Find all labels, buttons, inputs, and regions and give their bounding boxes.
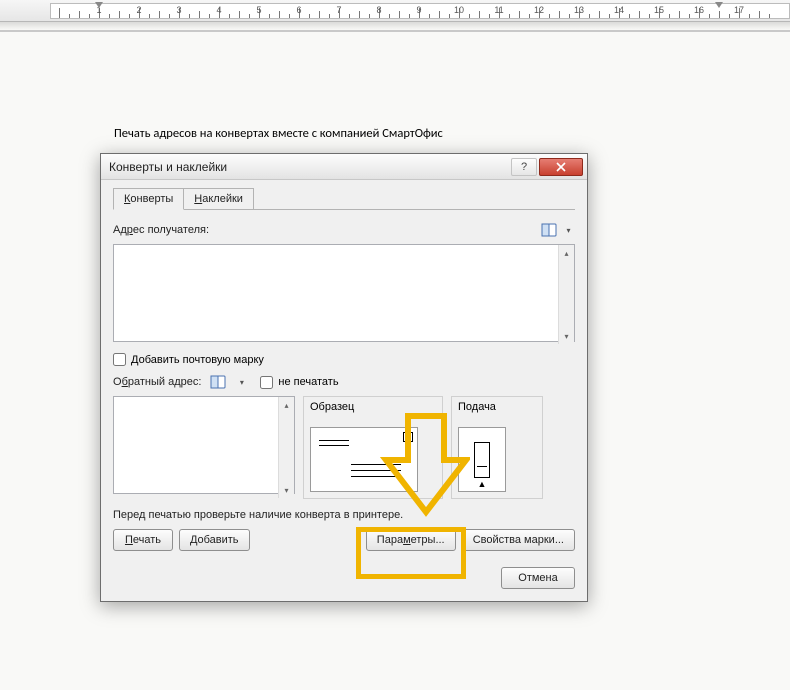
scroll-down-icon[interactable]: ▾ — [559, 328, 574, 344]
feed-panel[interactable]: Подача ▲ — [451, 396, 543, 499]
envelope-sample-icon — [310, 427, 418, 492]
help-button[interactable]: ? — [511, 158, 537, 176]
omit-return-input[interactable] — [260, 376, 273, 389]
omit-return-label: не печатать — [278, 376, 338, 388]
sample-title: Образец — [310, 401, 436, 413]
dialog-titlebar: Конверты и наклейки ? — [101, 154, 587, 180]
tab-envelopes[interactable]: Конверты — [113, 188, 184, 210]
return-address-book-icon[interactable] — [207, 372, 229, 392]
print-button[interactable]: Печать — [113, 529, 173, 551]
scrollbar[interactable]: ▴ ▾ — [558, 245, 574, 344]
stamp-properties-button[interactable]: Свойства марки... — [462, 529, 575, 551]
dialog-title: Конверты и наклейки — [109, 160, 509, 174]
scrollbar[interactable]: ▴ ▾ — [278, 397, 294, 498]
scroll-up-icon[interactable]: ▴ — [559, 245, 574, 261]
options-button[interactable]: Параметры... — [366, 529, 456, 551]
document-body-text: Печать адресов на конвертах вместе с ком… — [114, 126, 443, 141]
return-address-input[interactable] — [113, 396, 295, 494]
recipient-label: Адрес получателя: — [113, 224, 209, 236]
omit-return-checkbox[interactable]: не печатать — [260, 376, 338, 389]
ruler: 1234567891011121314151617 — [0, 0, 790, 22]
cancel-button[interactable]: Отмена — [501, 567, 575, 589]
ruler-shadow — [0, 22, 790, 30]
tabs: Конверты Наклейки — [113, 188, 575, 210]
feed-title: Подача — [458, 401, 536, 413]
add-postage-label: Добавить почтовую марку — [131, 354, 264, 366]
recipient-address-input[interactable] — [113, 244, 575, 342]
return-address-book-dropdown[interactable]: ▾ — [235, 372, 248, 392]
printer-hint: Перед печатью проверьте наличие конверта… — [113, 509, 575, 521]
add-postage-checkbox[interactable]: Добавить почтовую марку — [113, 353, 575, 366]
close-button[interactable] — [539, 158, 583, 176]
address-book-icon[interactable] — [538, 220, 560, 240]
tab-labels-rest: аклейки — [202, 193, 243, 205]
return-label: Обратный адрес: — [113, 376, 201, 388]
feed-icon: ▲ — [458, 427, 506, 492]
scroll-up-icon[interactable]: ▴ — [279, 397, 294, 413]
add-button[interactable]: Добавить — [179, 529, 250, 551]
sample-panel[interactable]: Образец — [303, 396, 443, 499]
scroll-down-icon[interactable]: ▾ — [279, 482, 294, 498]
add-postage-input[interactable] — [113, 353, 126, 366]
tab-labels[interactable]: Наклейки — [183, 188, 254, 210]
tab-envelopes-rest: онверты — [130, 193, 173, 205]
address-book-dropdown[interactable]: ▾ — [562, 220, 575, 240]
page-edge — [0, 30, 790, 32]
envelopes-dialog: Конверты и наклейки ? Конверты Наклейки … — [100, 153, 588, 602]
